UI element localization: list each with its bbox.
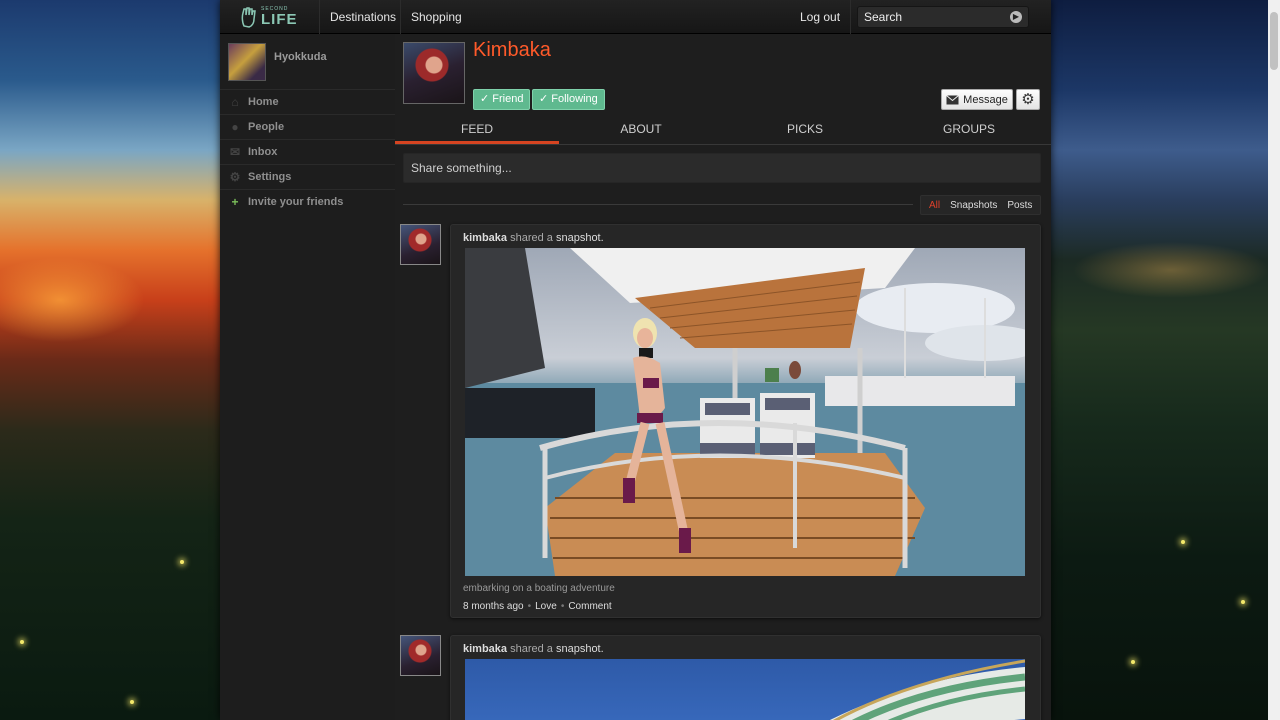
filter-all[interactable]: All [924,200,945,211]
profile-tabs: FEED ABOUT PICKS GROUPS [395,116,1051,145]
post-header: kimbaka shared a snapshot. [463,643,604,655]
firefly [130,700,134,704]
scrollbar-thumb[interactable] [1270,12,1278,70]
top-bar: SECOND LIFE Destinations Shopping Log ou… [220,0,1051,34]
share-box [403,153,1041,183]
snapshot-image[interactable] [465,659,1025,720]
tab-groups[interactable]: GROUPS [887,116,1051,144]
post-time[interactable]: 8 months ago [463,601,524,612]
nav-destinations[interactable]: Destinations [319,0,406,34]
profile-picture[interactable] [403,42,465,104]
search-box: ▶ [857,6,1029,28]
comment-link[interactable]: Comment [568,601,611,612]
love-link[interactable]: Love [535,601,557,612]
search-go-icon[interactable]: ▶ [1010,11,1022,23]
check-icon: ✓ [539,93,549,105]
sidebar-item-label: Settings [248,171,292,183]
sidebar-item-people[interactable]: ● People [220,114,395,139]
sidebar-item-home[interactable]: ⌂ Home [220,89,395,114]
following-label: Following [551,93,598,105]
feed-filter: All Snapshots Posts [920,195,1042,215]
divider [403,204,913,205]
profile-settings-button[interactable]: ⚙ [1016,89,1040,110]
sidebar-item-inbox[interactable]: ✉ Inbox [220,139,395,164]
sidebar-item-label: Home [248,96,279,108]
friend-button[interactable]: ✓ Friend [473,89,531,110]
firefly [20,640,24,644]
post-meta: 8 months ago • Love • Comment [463,601,612,612]
boat-scene [465,248,1025,576]
sidebar: Hyokkuda ⌂ Home ● People ✉ Inbox ⚙ Setti… [220,34,395,720]
nav-shopping[interactable]: Shopping [400,0,472,34]
envelope-icon [946,94,959,104]
home-icon: ⌂ [231,95,239,109]
firefly [1131,660,1135,664]
message-label: Message [963,93,1008,106]
filter-posts[interactable]: Posts [1002,200,1037,211]
post-author-avatar[interactable] [400,224,441,265]
post-author-avatar[interactable] [400,635,441,676]
friend-label: Friend [492,93,524,105]
current-user-name[interactable]: Hyokkuda [274,51,327,63]
site-container: SECOND LIFE Destinations Shopping Log ou… [220,0,1051,720]
gear-icon: ⚙ [1021,91,1035,108]
post-object-link[interactable]: snapshot. [556,643,604,655]
sidebar-item-label: People [248,121,285,133]
hand-logo-icon [241,7,256,28]
post-action: shared a [510,643,553,655]
filter-snapshots[interactable]: Snapshots [945,200,1002,211]
sidebar-nav: ⌂ Home ● People ✉ Inbox ⚙ Settings + Inv… [220,89,395,214]
snapshot-image[interactable] [465,248,1025,576]
post-header: kimbaka shared a snapshot. [463,232,604,244]
following-button[interactable]: ✓ Following [532,89,605,110]
check-icon: ✓ [480,93,490,105]
envelope-icon: ✉ [229,145,241,159]
post-action: shared a [510,232,553,244]
tab-about[interactable]: ABOUT [559,116,723,144]
post-author[interactable]: kimbaka [463,643,507,655]
message-button[interactable]: Message [941,89,1013,110]
post-object-link[interactable]: snapshot. [556,232,604,244]
sidebar-item-label: Invite your friends [248,196,344,208]
firefly [1241,600,1245,604]
tab-picks[interactable]: PICKS [723,116,887,144]
sidebar-item-label: Inbox [248,146,278,158]
feed-post: kimbaka shared a snapshot. [450,635,1041,720]
logout-link[interactable]: Log out [790,0,852,34]
second-life-logo[interactable]: SECOND LIFE [240,5,300,29]
sidebar-item-settings[interactable]: ⚙ Settings [220,164,395,189]
snapshot-scene [829,659,1025,720]
current-user[interactable]: Hyokkuda [228,42,327,82]
post-caption: embarking on a boating adventure [463,583,615,594]
firefly [180,560,184,564]
feed-post: kimbaka shared a snapshot. [450,224,1041,618]
tab-feed[interactable]: FEED [395,116,559,144]
background-right-scenery [1051,0,1280,720]
plus-icon: + [231,195,239,209]
logo-big-text: LIFE [261,11,298,28]
share-input[interactable] [404,154,1040,182]
gear-icon: ⚙ [229,170,241,184]
person-icon: ● [231,120,239,134]
background-left-scenery [0,0,220,720]
profile-name: Kimbaka [473,39,551,61]
avatar[interactable] [228,43,266,81]
page-scrollbar[interactable] [1268,0,1280,720]
post-author[interactable]: kimbaka [463,232,507,244]
firefly [1181,540,1185,544]
sidebar-item-invite-friends[interactable]: + Invite your friends [220,189,395,214]
search-input[interactable] [858,7,998,27]
